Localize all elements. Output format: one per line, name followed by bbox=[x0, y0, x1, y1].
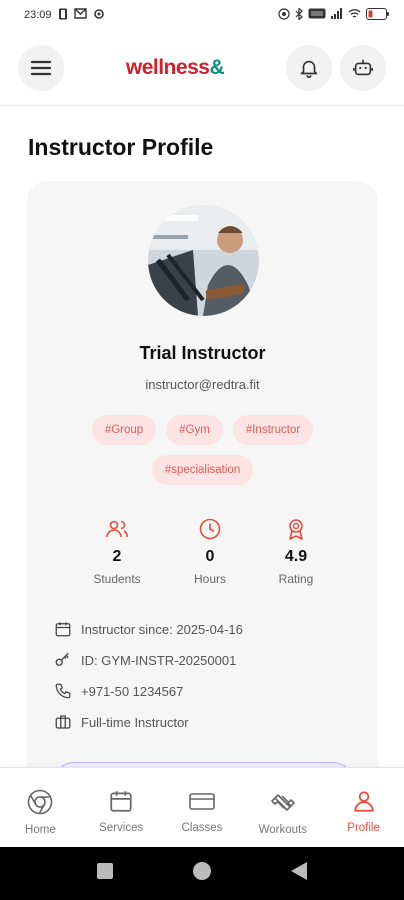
app-logo: wellness& bbox=[125, 55, 225, 80]
card-icon bbox=[189, 793, 215, 810]
nav-item-profile[interactable]: Profile bbox=[323, 768, 404, 848]
stat-value: 0 bbox=[205, 548, 215, 565]
instructor-email: instructor@redtra.fit bbox=[145, 377, 260, 392]
volte-icon bbox=[308, 8, 326, 22]
stat-value: 4.9 bbox=[284, 548, 308, 565]
nav-label: Workouts bbox=[258, 824, 307, 836]
nav-item-home[interactable]: Home bbox=[0, 768, 81, 848]
stat-students: 2 Students bbox=[72, 517, 162, 586]
stat-label: Hours bbox=[193, 572, 226, 586]
avatar bbox=[148, 205, 259, 316]
stat-label: Students bbox=[93, 572, 141, 586]
dumbbell-icon bbox=[270, 794, 295, 811]
nav-label: Profile bbox=[347, 822, 380, 834]
tag-chip: #Group bbox=[91, 415, 157, 445]
detail-instructor-since: Instructor since: 2025-04-16 bbox=[54, 620, 243, 638]
tag-chip: #Gym bbox=[166, 415, 223, 445]
notification-icon bbox=[58, 8, 68, 23]
tag-chip: #Instructor bbox=[232, 415, 314, 445]
nav-item-services[interactable]: Services bbox=[81, 768, 162, 848]
circle-icon bbox=[193, 862, 211, 880]
hotspot-icon bbox=[278, 7, 290, 23]
tag-chip: #specialisation bbox=[151, 455, 254, 485]
gmail-icon bbox=[73, 8, 87, 22]
system-nav-bar bbox=[0, 847, 404, 900]
robot-icon bbox=[352, 59, 373, 75]
wifi-icon bbox=[348, 8, 361, 22]
status-time: 23:09 bbox=[24, 9, 52, 21]
users-icon bbox=[106, 520, 128, 538]
award-icon bbox=[289, 519, 303, 540]
calendar-icon bbox=[110, 791, 132, 812]
phone-icon bbox=[55, 683, 71, 699]
tag-list: #Group #Gym #Instructor #specialisation bbox=[57, 415, 348, 485]
nav-item-classes[interactable]: Classes bbox=[162, 768, 243, 848]
page-title: Instructor Profile bbox=[28, 134, 214, 160]
detail-id: ID: GYM-INSTR-20250001 bbox=[54, 651, 236, 669]
nav-label: Services bbox=[99, 822, 144, 834]
stat-value: 2 bbox=[112, 548, 122, 565]
calendar-icon bbox=[55, 622, 71, 637]
logo-amp: & bbox=[209, 55, 225, 79]
home-system-button[interactable] bbox=[192, 861, 212, 886]
home-icon bbox=[28, 789, 53, 815]
logo-main: wellness bbox=[125, 55, 210, 79]
menu-button[interactable] bbox=[18, 44, 64, 91]
square-icon bbox=[97, 863, 113, 879]
detail-text: Instructor since: 2025-04-16 bbox=[81, 621, 243, 637]
recents-button[interactable] bbox=[96, 862, 114, 885]
nav-item-workouts[interactable]: Workouts bbox=[242, 768, 323, 848]
status-bar: 23:09 bbox=[0, 0, 404, 30]
bell-icon bbox=[300, 60, 318, 78]
nav-label: Classes bbox=[181, 822, 223, 834]
assistant-button[interactable] bbox=[339, 44, 386, 91]
briefcase-icon bbox=[55, 715, 71, 729]
detail-text: ID: GYM-INSTR-20250001 bbox=[81, 652, 237, 668]
stat-hours: 0 Hours bbox=[165, 517, 255, 586]
notifications-button[interactable] bbox=[285, 44, 332, 91]
hamburger-icon bbox=[31, 60, 51, 75]
user-icon bbox=[353, 791, 374, 812]
app-header: wellness& bbox=[0, 30, 404, 106]
detail-text: Full-time Instructor bbox=[81, 714, 189, 730]
signal-icon bbox=[331, 8, 343, 22]
detail-phone: +971-50 1234567 bbox=[54, 682, 183, 700]
stat-rating: 4.9 Rating bbox=[251, 517, 341, 586]
clock-icon bbox=[199, 518, 221, 540]
key-icon bbox=[55, 652, 69, 666]
detail-employment: Full-time Instructor bbox=[54, 713, 189, 731]
back-button[interactable] bbox=[290, 861, 308, 886]
profile-card: Trial Instructor instructor@redtra.fit #… bbox=[27, 181, 378, 804]
instructor-name: Trial Instructor bbox=[139, 343, 266, 363]
stat-label: Rating bbox=[278, 572, 314, 586]
detail-text: +971-50 1234567 bbox=[81, 683, 184, 699]
settings-icon bbox=[93, 8, 105, 23]
battery-icon bbox=[366, 7, 390, 23]
bluetooth-icon bbox=[295, 6, 303, 23]
bottom-nav: Home Services Classes Workouts Profile bbox=[0, 767, 404, 848]
nav-label: Home bbox=[25, 824, 56, 836]
triangle-back-icon bbox=[291, 862, 307, 880]
